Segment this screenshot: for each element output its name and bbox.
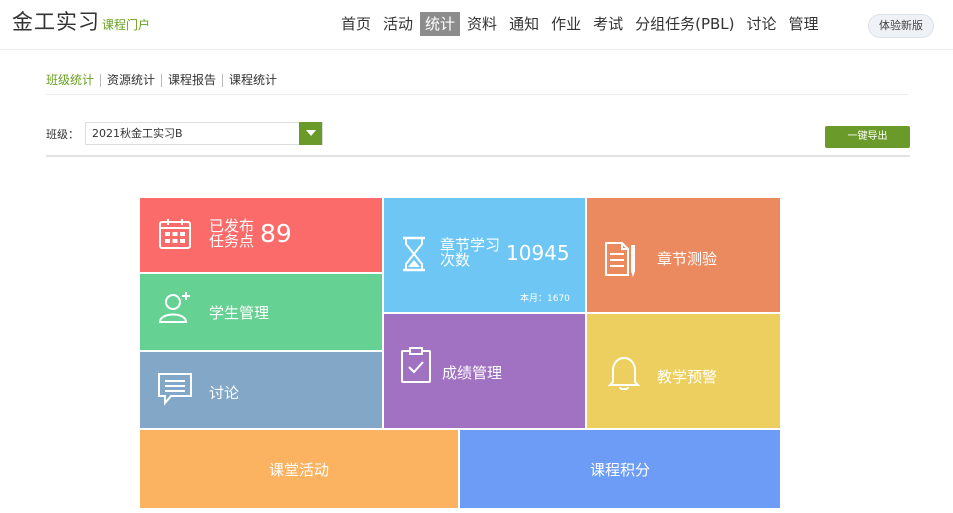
tile-course-credit[interactable]: 课程积分 (460, 430, 780, 508)
tile-student-management[interactable]: 学生管理 (140, 274, 382, 350)
nav-statistics[interactable]: 统计 (420, 12, 461, 36)
grade-management-label: 成绩管理 (442, 364, 503, 382)
tile-chapter-quiz[interactable]: 章节测验 (587, 198, 780, 312)
class-activity-label: 课堂活动 (268, 461, 329, 479)
tile-discussion[interactable]: 讨论 (140, 352, 382, 428)
chapter-study-label: 章节学习 次数 (440, 236, 501, 269)
course-title: 金工实习 (12, 10, 100, 34)
stats-subtabs: 班级统计 资源统计 课程报告 课程统计 (46, 74, 908, 95)
add-user-icon (158, 292, 190, 323)
student-management-label: 学生管理 (209, 304, 270, 322)
nav-notice[interactable]: 通知 (504, 12, 544, 36)
tab-course-report[interactable]: 课程报告 (168, 74, 224, 87)
divider (46, 155, 910, 157)
tab-resource-stats[interactable]: 资源统计 (107, 74, 163, 87)
chapter-study-count: 10945 (506, 241, 570, 265)
nav-materials[interactable]: 资料 (462, 12, 502, 36)
bell-icon (607, 356, 641, 391)
tile-grade-management[interactable]: 成绩管理 (384, 314, 585, 428)
nav-group-task[interactable]: 分组任务(PBL) (630, 12, 739, 36)
chevron-down-icon[interactable] (299, 122, 322, 145)
document-pen-icon (605, 242, 635, 277)
nav-exam[interactable]: 考试 (588, 12, 628, 36)
discussion-label: 讨论 (209, 384, 240, 402)
tile-chapter-study[interactable]: 章节学习 次数 10945 本月：1670 (384, 198, 585, 312)
hourglass-icon (403, 236, 425, 272)
stats-tiles: 已发布 任务点 89 章节学习 次数 10945 本月：1670 章节测验 学生… (140, 198, 780, 508)
class-select-value: 2021秋金工实习B (92, 127, 183, 140)
tile-class-activity[interactable]: 课堂活动 (140, 430, 458, 508)
top-header: 金工实习 课程门户 首页 活动 统计 资料 通知 作业 考试 分组任务(PBL)… (0, 0, 953, 50)
main-nav: 首页 活动 统计 资料 通知 作业 考试 分组任务(PBL) 讨论 管理 (336, 12, 826, 36)
nav-activity[interactable]: 活动 (378, 12, 418, 36)
course-credit-label: 课程积分 (589, 461, 650, 479)
clipboard-check-icon (401, 347, 431, 383)
published-tasks-label: 已发布 任务点 (209, 217, 255, 250)
brand[interactable]: 金工实习 课程门户 (12, 6, 150, 36)
chapter-quiz-label: 章节测验 (657, 250, 718, 268)
tile-published-tasks[interactable]: 已发布 任务点 89 (140, 198, 382, 272)
class-select[interactable]: 2021秋金工实习B (85, 122, 323, 145)
teaching-warning-label: 教学预警 (657, 368, 718, 386)
export-all-button[interactable]: 一键导出 (825, 126, 910, 148)
published-tasks-count: 89 (260, 219, 292, 248)
chat-icon (158, 373, 192, 406)
nav-home[interactable]: 首页 (336, 12, 376, 36)
calendar-icon (159, 219, 191, 249)
nav-homework[interactable]: 作业 (546, 12, 586, 36)
course-portal-label: 课程门户 (102, 18, 151, 32)
nav-discussion[interactable]: 讨论 (742, 12, 782, 36)
class-filter: 班级： 2021秋金工实习B (46, 122, 323, 145)
tab-class-stats[interactable]: 班级统计 (46, 74, 102, 87)
try-new-version-button[interactable]: 体验新版 (868, 14, 934, 38)
class-label: 班级： (46, 127, 79, 141)
tab-course-stats[interactable]: 课程统计 (229, 74, 283, 87)
tile-teaching-warning[interactable]: 教学预警 (587, 314, 780, 428)
nav-manage[interactable]: 管理 (784, 12, 824, 36)
chapter-study-month: 本月：1670 (520, 294, 570, 304)
